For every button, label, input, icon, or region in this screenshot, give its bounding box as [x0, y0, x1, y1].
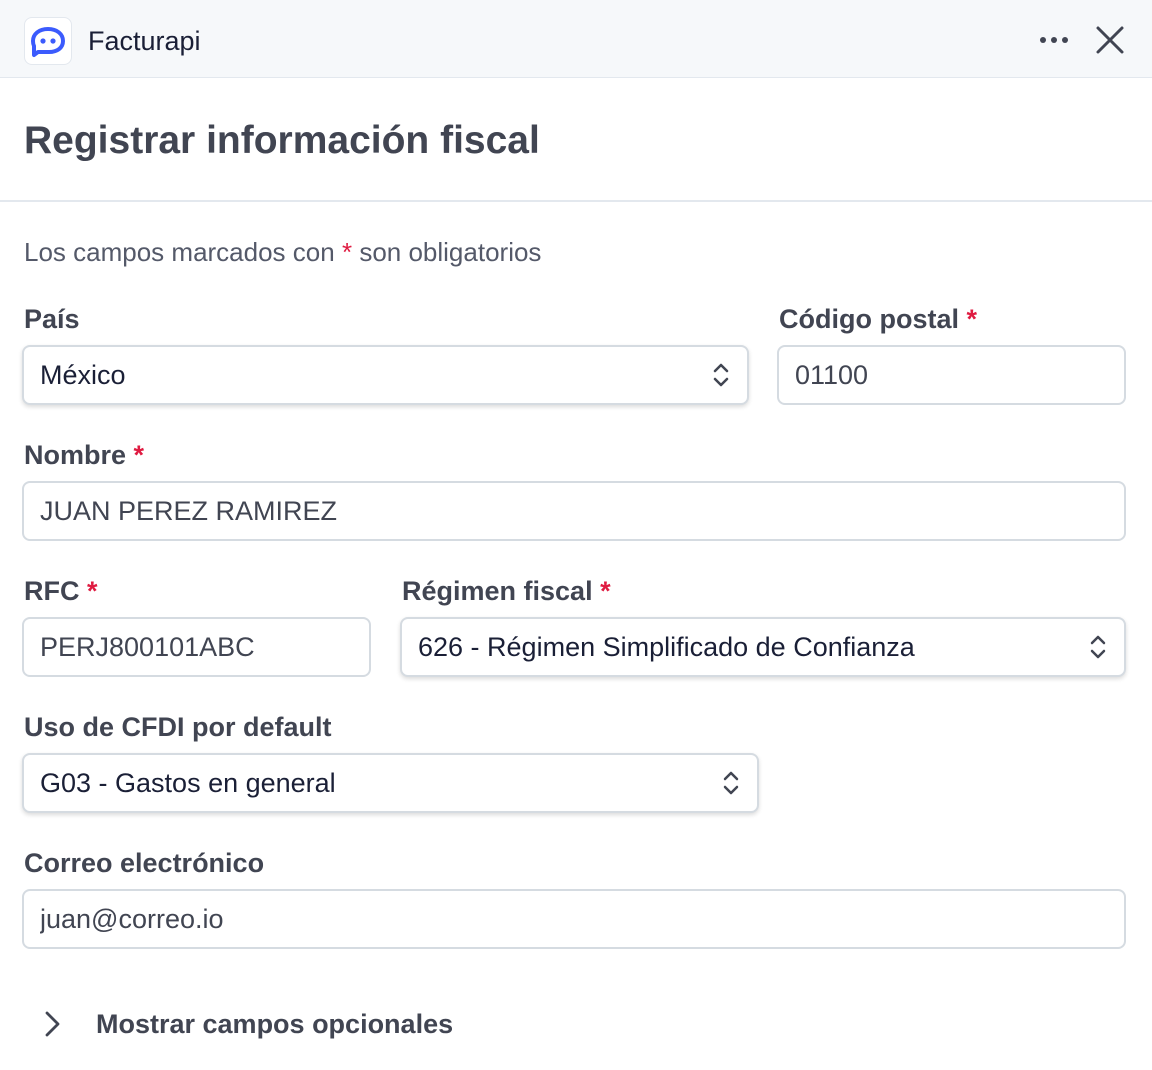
required-marker: * — [600, 576, 611, 606]
cfdi-use-label-text: Uso de CFDI por default — [24, 712, 332, 742]
postal-code-label-text: Código postal — [779, 304, 959, 334]
rfc-label-text: RFC — [24, 576, 80, 606]
country-label: País — [24, 302, 80, 336]
postal-code-input[interactable] — [795, 359, 1124, 391]
chevron-up-down-icon — [723, 771, 739, 795]
required-note-prefix: Los campos marcados con — [24, 237, 335, 267]
country-label-text: País — [24, 304, 80, 334]
name-label-text: Nombre — [24, 440, 127, 470]
name-input[interactable] — [40, 495, 1124, 527]
rfc-label: RFC * — [24, 574, 98, 608]
title-bar: Facturapi — [0, 0, 1152, 78]
tax-regime-select[interactable]: 626 - Régimen Simplificado de Confianza — [400, 617, 1126, 677]
rfc-field[interactable] — [22, 617, 371, 677]
tax-regime-label: Régimen fiscal * — [402, 574, 611, 608]
email-label: Correo electrónico — [24, 846, 264, 880]
email-input[interactable] — [40, 903, 1124, 935]
page-header: Registrar información fiscal — [0, 78, 1152, 202]
chevron-up-down-icon — [713, 363, 729, 387]
page-title: Registrar información fiscal — [24, 119, 540, 162]
country-select[interactable]: México — [22, 345, 749, 405]
close-button[interactable] — [1090, 20, 1130, 60]
required-marker: * — [341, 237, 353, 267]
close-icon — [1096, 26, 1124, 54]
name-field[interactable] — [22, 481, 1126, 541]
show-optional-fields-toggle[interactable]: Mostrar campos opcionales — [40, 1000, 453, 1048]
tax-regime-label-text: Régimen fiscal — [402, 576, 593, 606]
chevron-right-icon — [45, 1011, 60, 1037]
app-name: Facturapi — [88, 26, 201, 56]
email-field[interactable] — [22, 889, 1126, 949]
country-select-value: México — [40, 359, 126, 390]
postal-code-field[interactable] — [777, 345, 1126, 405]
required-fields-note: Los campos marcados con * son obligatori… — [24, 236, 541, 268]
required-marker: * — [966, 304, 978, 334]
required-note-suffix: son obligatorios — [359, 237, 542, 267]
cfdi-use-label: Uso de CFDI por default — [24, 710, 332, 744]
required-marker: * — [87, 576, 98, 606]
tax-regime-select-value: 626 - Régimen Simplificado de Confianza — [418, 631, 915, 662]
postal-code-label: Código postal * — [779, 302, 977, 336]
cfdi-use-select[interactable]: G03 - Gastos en general — [22, 753, 759, 813]
facturapi-logo-icon — [24, 17, 72, 65]
more-options-icon — [1040, 37, 1068, 43]
required-marker: * — [133, 440, 145, 470]
name-label: Nombre * — [24, 438, 144, 472]
rfc-input[interactable] — [40, 631, 369, 663]
chevron-up-down-icon — [1090, 635, 1106, 659]
cfdi-use-select-value: G03 - Gastos en general — [40, 767, 336, 798]
more-options-button[interactable] — [1034, 22, 1074, 58]
show-optional-fields-label: Mostrar campos opcionales — [96, 1008, 454, 1039]
email-label-text: Correo electrónico — [24, 848, 265, 878]
